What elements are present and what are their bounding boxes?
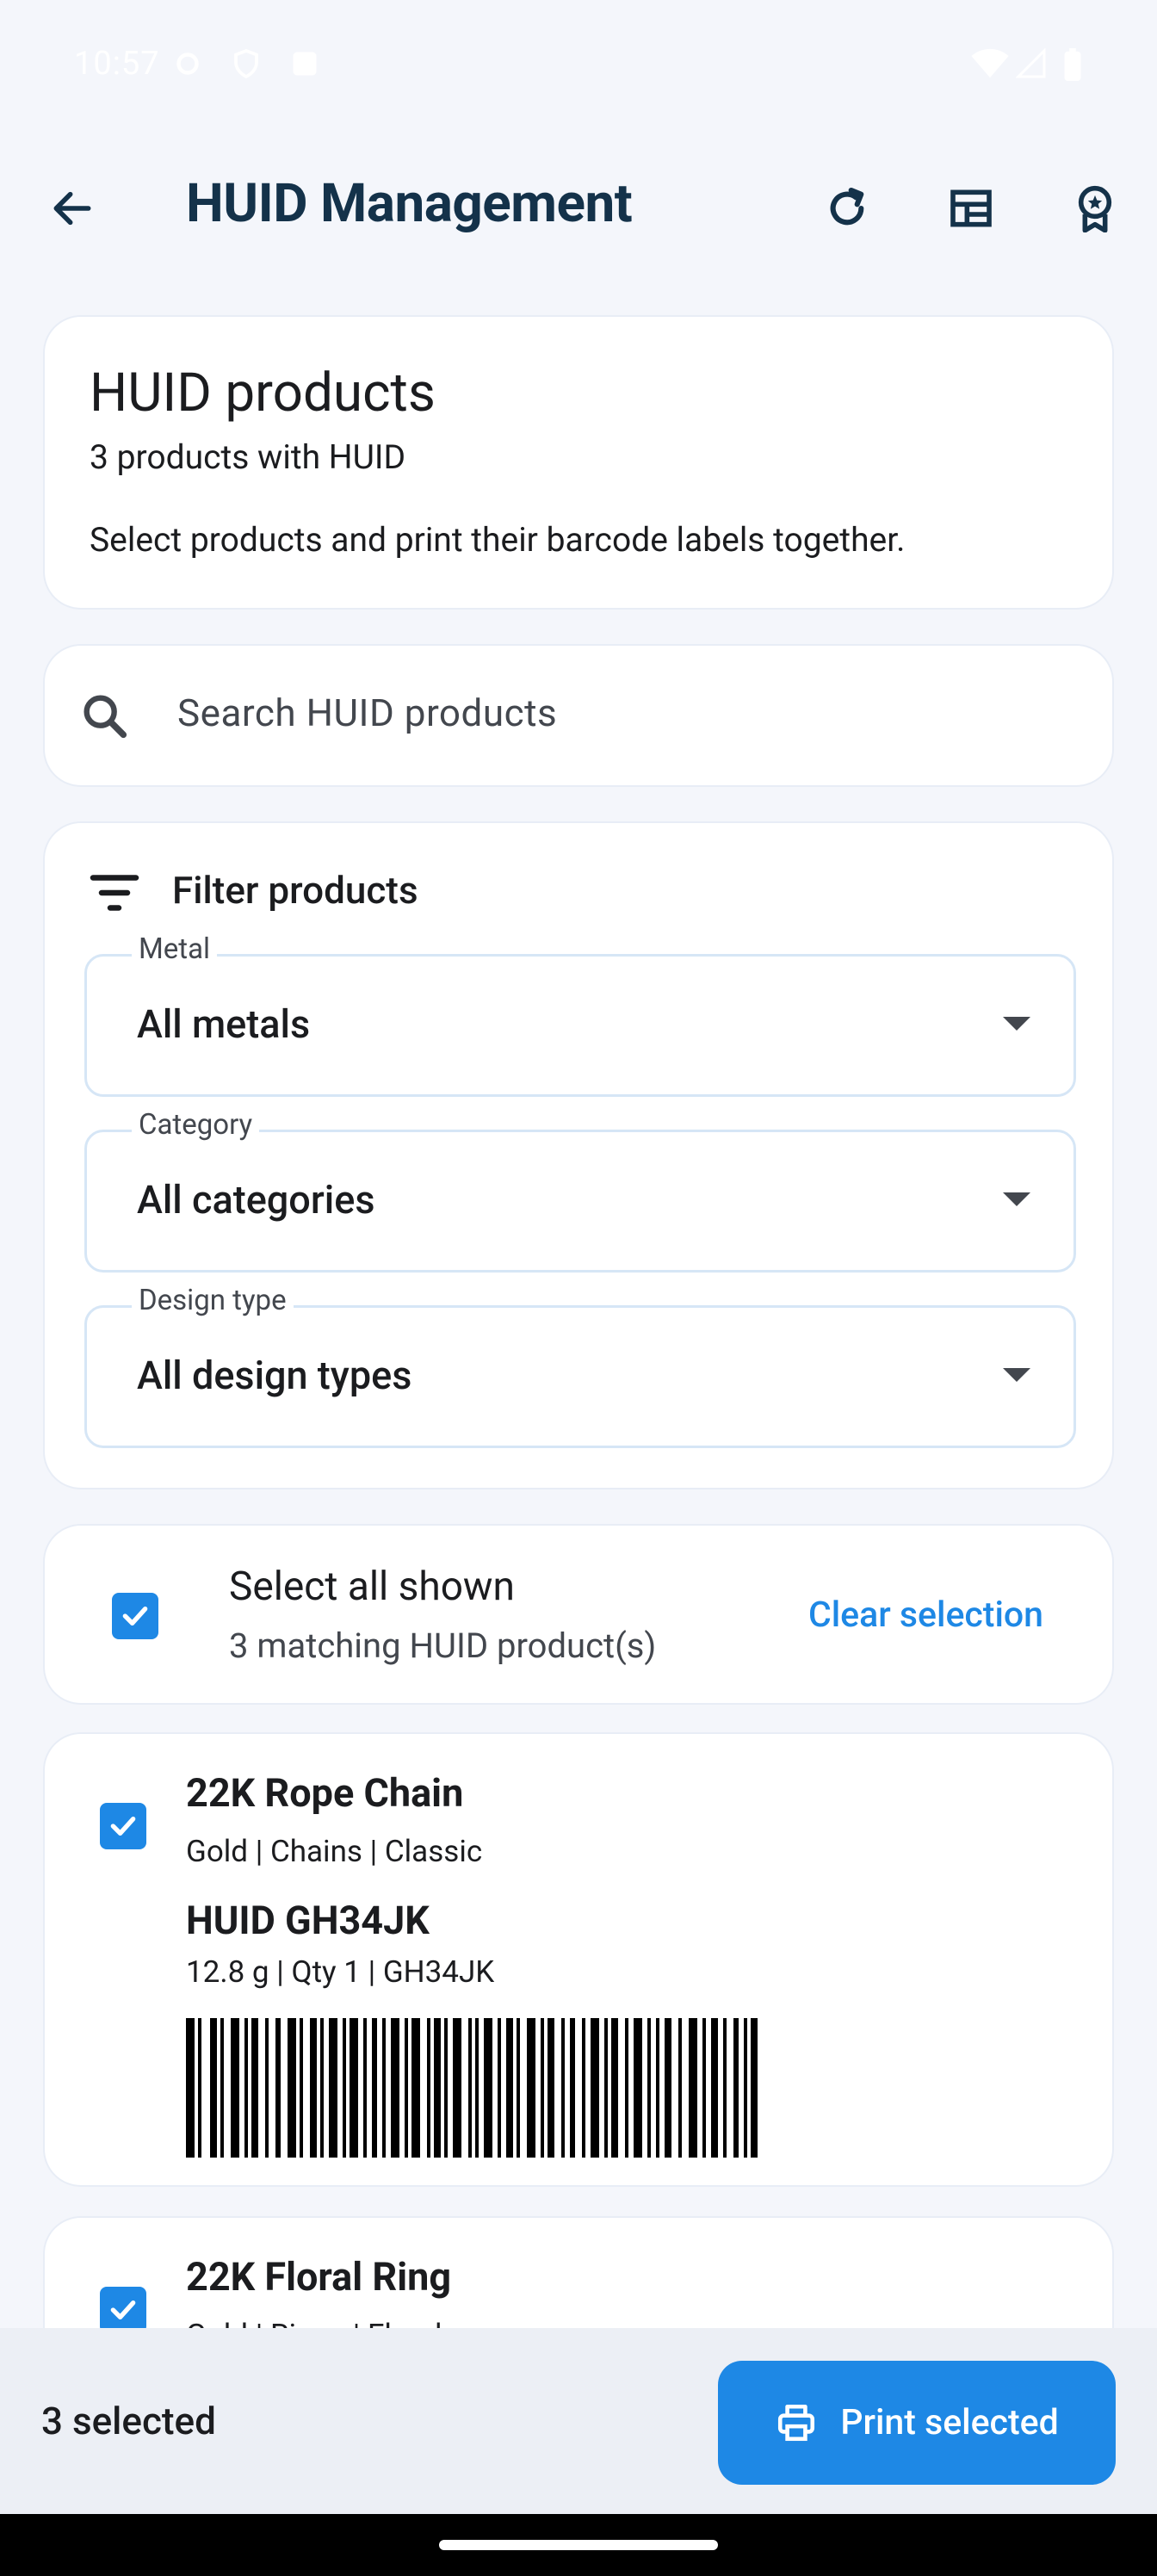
product-checkbox[interactable] [100,1803,146,1849]
matching-count: 3 matching HUID product(s) [229,1625,657,1666]
filter-title: Filter products [172,868,418,913]
select-all-card: Select all shown 3 matching HUID product… [43,1524,1114,1705]
check-icon [122,1607,148,1625]
summary-card: HUID products 3 products with HUID Selec… [43,315,1114,610]
status-time: 10:57 [74,45,160,83]
refresh-icon[interactable] [809,170,885,246]
print-selected-button[interactable]: Print selected [718,2361,1116,2485]
dropdown-arrow-icon [1003,1017,1030,1031]
selected-count: 3 selected [41,2399,216,2443]
shield-status-icon [231,48,262,79]
product-detail: 12.8 g | Qty 1 | GH34JK [186,1954,495,1990]
design-type-value: All design types [137,1353,412,1398]
wifi-icon [971,48,1009,79]
check-icon [110,2300,136,2319]
summary-description: Select products and print their barcode … [90,520,906,560]
summary-count: 3 products with HUID [90,437,406,477]
search-bar[interactable]: Search HUID products [43,644,1114,787]
product-huid: HUID GH34JK [186,1898,430,1943]
product-meta: Gold | Chains | Classic [186,1834,483,1869]
product-name: 22K Floral Ring [186,2254,452,2300]
search-input[interactable]: Search HUID products [177,690,557,735]
category-dropdown[interactable]: Category All categories [84,1108,1076,1273]
check-icon [110,1817,136,1836]
dashboard-icon[interactable] [933,170,1009,246]
status-bar: 10:57 [0,0,1157,138]
signal-icon [1015,47,1047,79]
page-title: HUID Management [186,172,633,235]
metal-label: Metal [132,932,218,966]
barcode-image [186,2018,758,2158]
dropdown-arrow-icon [1003,1368,1030,1382]
filter-icon [88,871,141,918]
dropdown-arrow-icon [1003,1192,1030,1206]
product-card[interactable]: 22K Rope Chain Gold | Chains | Classic H… [43,1732,1114,2187]
award-icon[interactable] [1057,170,1133,246]
settings-status-icon [172,48,203,79]
select-all-checkbox[interactable] [112,1593,158,1639]
home-gesture-handle[interactable] [439,2540,718,2550]
metal-dropdown[interactable]: Metal All metals [84,932,1076,1097]
summary-title: HUID products [90,362,436,424]
category-value: All categories [137,1177,375,1223]
back-arrow-icon[interactable] [34,170,110,246]
print-selected-label: Print selected [840,2402,1059,2443]
search-icon [77,689,133,747]
metal-value: All metals [137,1001,311,1047]
printer-icon [778,2404,815,2442]
clear-selection-button[interactable]: Clear selection [808,1595,1043,1636]
category-label: Category [132,1108,260,1142]
notification-status-icon [289,48,320,79]
design-type-dropdown[interactable]: Design type All design types [84,1284,1076,1448]
filter-card: Filter products Metal All metals Categor… [43,821,1114,1489]
design-type-label: Design type [132,1284,294,1317]
product-name: 22K Rope Chain [186,1770,464,1816]
system-nav-bar [0,2514,1157,2576]
battery-icon [1062,48,1083,81]
product-checkbox[interactable] [100,2287,146,2333]
bottom-action-bar: 3 selected Print selected [0,2328,1157,2514]
select-all-label: Select all shown [229,1564,515,1610]
